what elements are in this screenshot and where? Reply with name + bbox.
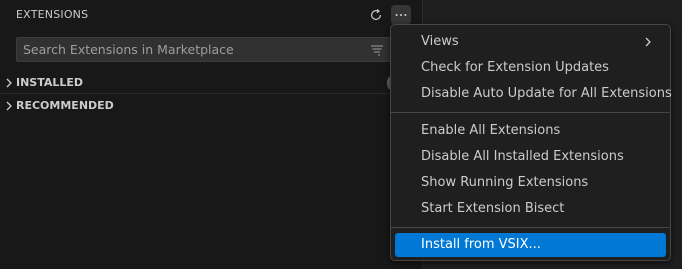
menu-item-views[interactable]: Views [395,30,666,54]
menu-item-label: Start Extension Bisect [421,201,565,216]
search-input[interactable] [17,38,362,61]
menu-item-label: Install from VSIX... [421,237,541,252]
chevron-right-icon [645,37,651,47]
section-recommended-label: RECOMMENDED [16,99,114,112]
menu-item-show-running[interactable]: Show Running Extensions [395,171,666,195]
sidebar-header: EXTENSIONS [0,0,423,30]
vscode-window: EXTENSIONS Search Extensions in Marketpl… [0,0,682,269]
menu-item-start-bisect[interactable]: Start Extension Bisect [395,197,666,221]
menu-item-disable-auto-update[interactable]: Disable Auto Update for All Extensions [395,82,672,106]
section-installed-label: INSTALLED [16,76,84,89]
menu-item-label: Show Running Extensions [421,175,589,190]
sidebar-title: EXTENSIONS [16,8,89,21]
chevron-right-icon [6,78,12,88]
section-installed[interactable]: INSTALLED [0,72,423,94]
menu-item-label: Views [421,34,459,49]
menu-item-enable-all[interactable]: Enable All Extensions [395,119,666,143]
menu-separator [391,112,670,113]
refresh-icon [371,8,381,20]
menu-item-label: Disable All Installed Extensions [421,149,624,164]
menu-item-label: Check for Extension Updates [421,60,609,75]
menu-item-disable-all-installed[interactable]: Disable All Installed Extensions [395,145,666,169]
more-actions-icon [395,13,407,17]
extensions-sidebar: EXTENSIONS Search Extensions in Marketpl… [0,0,423,269]
search-box [16,37,391,62]
menu-separator [391,227,670,228]
menu-item-label: Disable Auto Update for All Extensions [421,86,672,101]
section-recommended[interactable]: RECOMMENDED [0,95,423,117]
refresh-button[interactable] [366,5,386,25]
more-actions-menu: Views Check for Extension Updates Disabl… [390,24,672,261]
chevron-right-icon [6,101,12,111]
more-actions-button[interactable] [391,5,411,25]
menu-item-install-from-vsix[interactable]: Install from VSIX... [395,233,666,257]
menu-item-check-updates[interactable]: Check for Extension Updates [395,56,666,80]
menu-item-label: Enable All Extensions [421,123,561,138]
filter-icon[interactable] [369,42,385,58]
